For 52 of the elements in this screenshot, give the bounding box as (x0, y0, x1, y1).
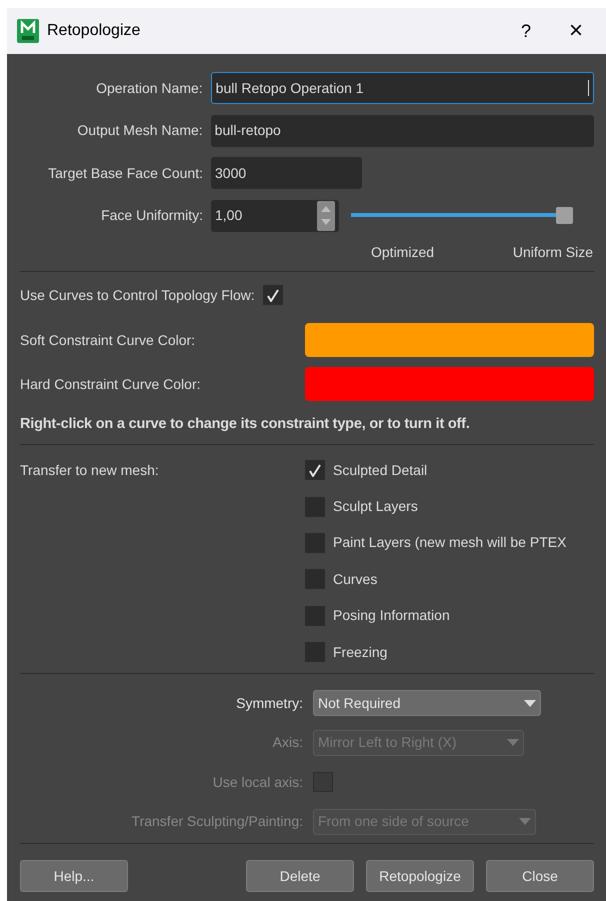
caret-icon (524, 700, 536, 707)
field-label: Use local axis: (212, 772, 303, 792)
checkbox[interactable] (305, 642, 325, 662)
checkbox[interactable] (305, 569, 325, 590)
caret-icon (507, 739, 519, 746)
color-label: Hard Constraint Curve Color: (20, 374, 202, 394)
caret-icon (519, 818, 531, 826)
checkbox-label: Paint Layers (new mesh will be PTEX (333, 533, 566, 552)
field-label: Axis: (272, 733, 303, 752)
app-logo-icon (17, 19, 39, 43)
input-field[interactable]: 1,00 (211, 200, 339, 232)
text-cursor (588, 80, 589, 96)
spin-buttons[interactable] (317, 200, 335, 231)
input-field[interactable]: bull Retopo Operation 1 (210, 72, 594, 104)
dropdown[interactable]: Not Required (313, 690, 541, 716)
checkbox[interactable] (305, 496, 325, 517)
slider-label: Uniform Size (512, 242, 593, 262)
dialog-button[interactable]: Delete (246, 860, 354, 892)
checkbox-label: Sculpt Layers (333, 497, 418, 516)
checkbox[interactable] (305, 460, 325, 480)
check-icon (266, 288, 279, 302)
slider-thumb[interactable] (556, 207, 573, 224)
checkbox-label: Freezing (333, 642, 388, 662)
check-icon (309, 464, 321, 477)
dialog-button[interactable]: Help... (20, 860, 128, 892)
field-label: Face Uniformity: (100, 206, 203, 226)
input-field[interactable]: 3000 (211, 157, 362, 190)
hint-text: Right-click on a curve to change its constraint type, or to turn it off. (20, 415, 471, 434)
help-button[interactable]: ? (506, 18, 546, 44)
slider-track[interactable] (351, 207, 573, 224)
slider-label: Optimized (371, 242, 434, 262)
input-field[interactable]: bull-retopo (210, 114, 594, 147)
close-button[interactable]: × (546, 13, 606, 49)
window-title: Retopologize (47, 21, 140, 41)
color-label: Soft Constraint Curve Color: (20, 330, 196, 350)
color-swatch[interactable] (305, 367, 594, 401)
checkbox[interactable] (305, 606, 325, 626)
checkbox[interactable] (305, 532, 325, 553)
field-label: Output Mesh Name: (76, 121, 203, 140)
field-label: Target Base Face Count: (47, 164, 203, 183)
dialog-button[interactable]: Close (486, 860, 594, 892)
checkbox-label: Curves (333, 570, 378, 589)
checkbox[interactable] (262, 285, 283, 305)
transfer-label: Transfer to new mesh: (20, 460, 160, 480)
field-label: Transfer Sculpting/Painting: (130, 812, 303, 832)
color-swatch[interactable] (305, 323, 594, 357)
checkbox-label: Sculpted Detail (333, 460, 428, 480)
field-label: Operation Name: (95, 78, 203, 98)
option-label: Use Curves to Control Topology Flow: (20, 286, 255, 305)
field-label: Symmetry: (235, 694, 303, 713)
dialog-button[interactable]: Retopologize (366, 860, 474, 892)
checkbox-label: Posing Information (333, 606, 450, 626)
